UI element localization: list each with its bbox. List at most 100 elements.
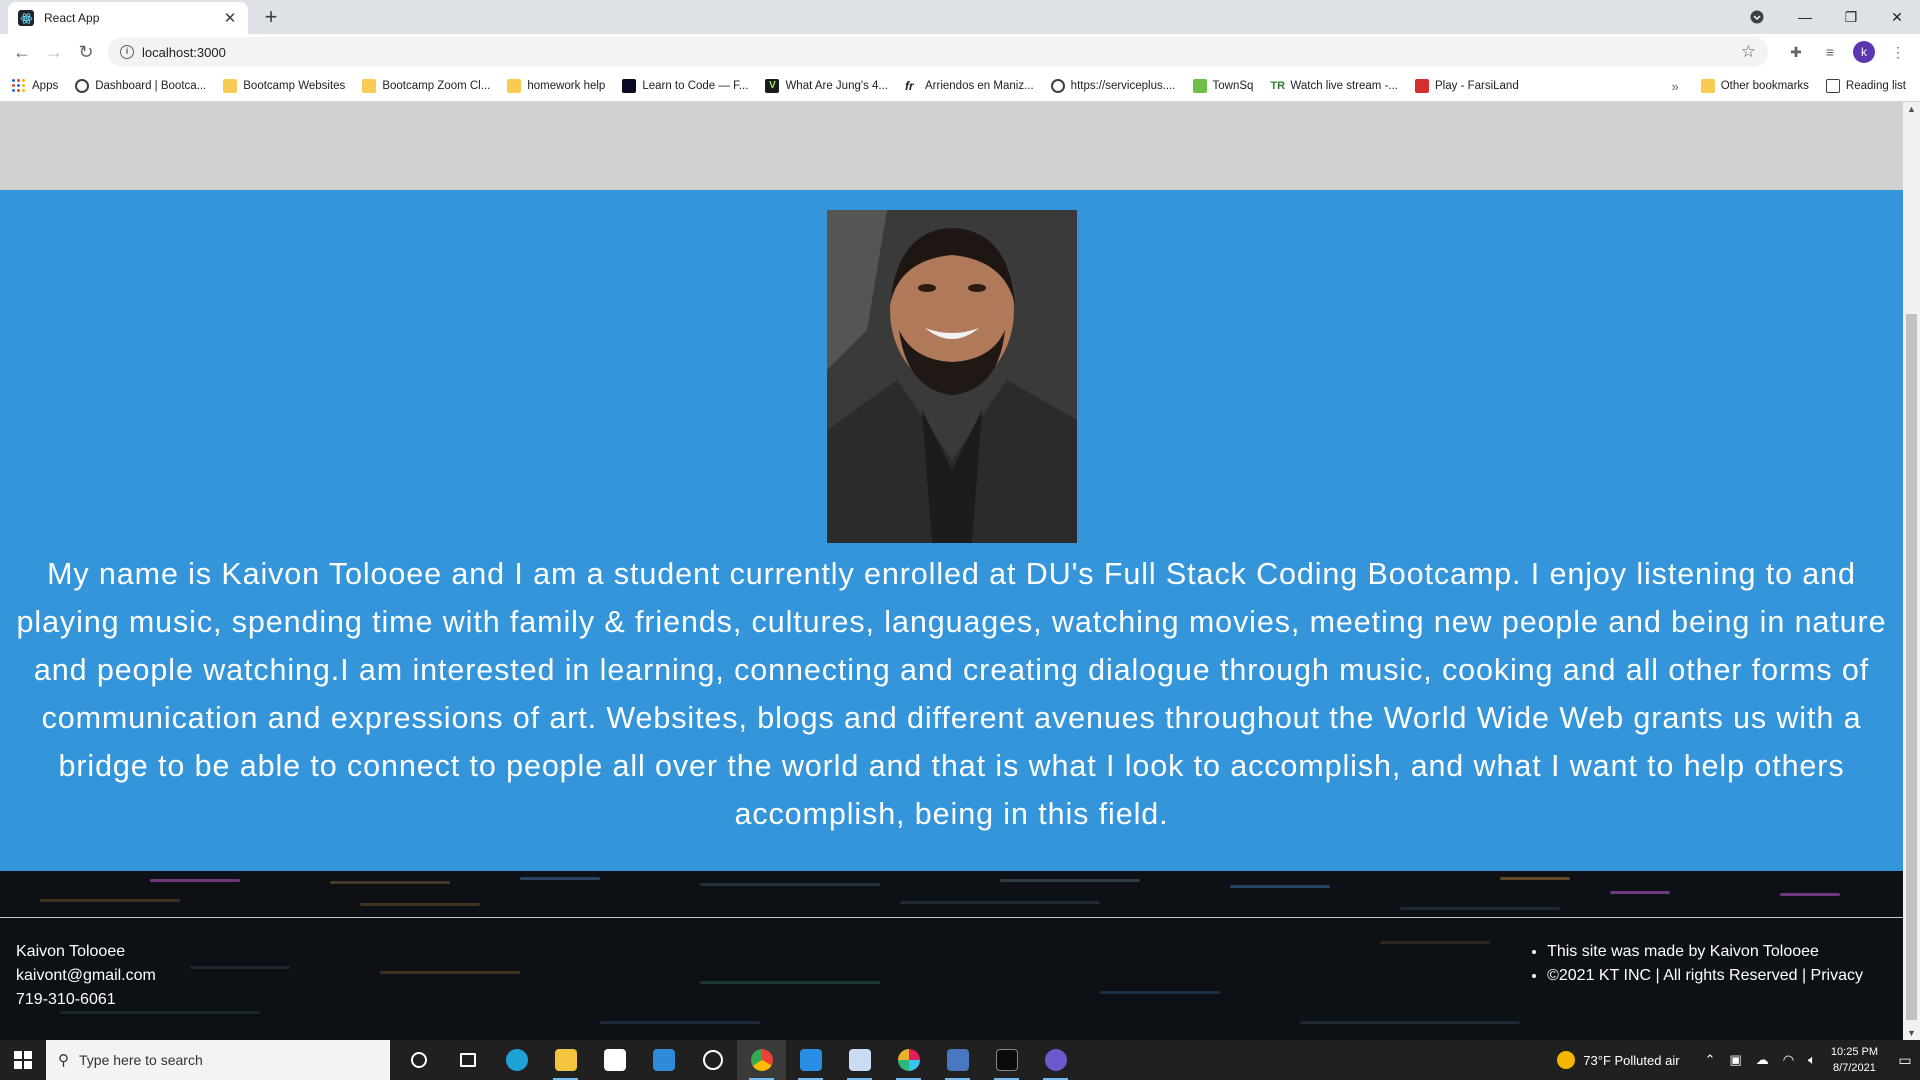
file-explorer-icon[interactable] xyxy=(541,1040,590,1080)
tab-title: React App xyxy=(44,11,100,25)
v-icon: V xyxy=(765,78,780,93)
edge-icon[interactable] xyxy=(492,1040,541,1080)
bookmark-serviceplus[interactable]: https://serviceplus.... xyxy=(1050,78,1176,93)
bookmark-watch-live[interactable]: TR Watch live stream -... xyxy=(1270,79,1398,93)
taskbar-search-input[interactable]: ⚲ Type here to search xyxy=(46,1040,390,1080)
browser-tab[interactable]: React App ✕ xyxy=(8,2,248,34)
volume-icon[interactable]: 🔈︎ xyxy=(1808,1052,1816,1068)
bookmark-bootcamp-websites[interactable]: Bootcamp Websites xyxy=(223,78,346,93)
address-bar[interactable]: i localhost:3000 ☆ xyxy=(108,37,1768,67)
show-hidden-icons-icon[interactable]: ⌃ xyxy=(1705,1052,1716,1068)
maximize-button[interactable]: ❐ xyxy=(1828,0,1874,34)
weather-text[interactable]: 73°F Polluted air xyxy=(1583,1053,1679,1068)
search-icon: ⚲ xyxy=(58,1052,69,1069)
bookmark-townsq[interactable]: TownSq xyxy=(1192,78,1254,93)
meet-now-icon[interactable]: ▣ xyxy=(1729,1052,1741,1068)
git-icon[interactable] xyxy=(933,1040,982,1080)
footer-divider xyxy=(0,917,1903,918)
notifications-icon[interactable]: ▭ xyxy=(1890,1040,1920,1080)
bookmark-label: Watch live stream -... xyxy=(1290,79,1398,92)
back-arrow-icon[interactable]: ← xyxy=(6,36,38,68)
footer-name: Kaivon Tolooee xyxy=(16,943,126,960)
onedrive-icon[interactable]: ☁ xyxy=(1756,1052,1769,1068)
folder-icon xyxy=(507,78,522,93)
close-window-button[interactable]: ✕ xyxy=(1874,0,1920,34)
terminal-icon[interactable] xyxy=(982,1040,1031,1080)
forward-arrow-icon[interactable]: → xyxy=(38,36,70,68)
reading-list[interactable]: Reading list xyxy=(1825,79,1906,93)
folder-icon xyxy=(223,78,238,93)
dell-icon[interactable] xyxy=(688,1040,737,1080)
task-view-icon[interactable] xyxy=(443,1040,492,1080)
page-scrollbar[interactable]: ▲ ▼ xyxy=(1903,102,1920,1040)
extensions-icon[interactable]: ✚ xyxy=(1782,36,1810,68)
header-band xyxy=(0,102,1903,190)
footer-email[interactable]: kaivont@gmail.com xyxy=(16,964,156,988)
farsiland-icon xyxy=(1415,78,1429,93)
contact-info: Kaivon Tolooee kaivont@gmail.com 719-310… xyxy=(16,940,156,1012)
bookmarks-bar: Apps Dashboard | Bootca... Bootcamp Webs… xyxy=(0,70,1920,102)
system-tray: 73°F Polluted air ⌃ ▣ ☁ ◠ 🔈︎ 10:25 PM 8/… xyxy=(1557,1040,1920,1080)
media-queue-icon[interactable]: ≡ xyxy=(1816,36,1844,68)
mail-icon[interactable] xyxy=(639,1040,688,1080)
bookmark-learn-to-code[interactable]: Learn to Code — F... xyxy=(622,78,749,93)
bookmarks-overflow-icon[interactable]: » xyxy=(1671,79,1678,94)
bookmark-apps[interactable]: Apps xyxy=(12,78,58,93)
bookmark-label: Bootcamp Websites xyxy=(243,79,346,92)
bookmark-farsiland[interactable]: Play - FarsiLand xyxy=(1415,78,1519,93)
store-icon[interactable] xyxy=(590,1040,639,1080)
notepad-icon[interactable] xyxy=(835,1040,884,1080)
other-bookmarks[interactable]: Other bookmarks xyxy=(1700,79,1809,93)
profile-button[interactable]: k xyxy=(1850,36,1878,68)
scroll-down-arrow-icon[interactable]: ▼ xyxy=(1907,1028,1916,1038)
chrome-icon[interactable] xyxy=(737,1040,786,1080)
window-controls: — ❐ ✕ xyxy=(1742,0,1920,34)
vscode-icon[interactable] xyxy=(786,1040,835,1080)
bookmark-label: Other bookmarks xyxy=(1720,80,1809,92)
windows-taskbar: ⚲ Type here to search 73°F Polluted air … xyxy=(0,1040,1920,1080)
apps-grid-icon xyxy=(12,78,26,93)
tab-search-icon[interactable] xyxy=(1742,10,1772,24)
bookmark-label: Reading list xyxy=(1845,80,1906,92)
windows-start-icon[interactable] xyxy=(0,1040,46,1080)
menu-icon[interactable]: ⋮ xyxy=(1884,36,1912,68)
bio-paragraph: My name is Kaivon Tolooee and I am a stu… xyxy=(16,557,1887,831)
bookmark-label: homework help xyxy=(527,79,606,92)
clock[interactable]: 10:25 PM 8/7/2021 xyxy=(1831,1044,1878,1076)
bookmark-dashboard[interactable]: Dashboard | Bootca... xyxy=(75,78,206,93)
folder-icon xyxy=(1700,79,1715,93)
media-icon[interactable] xyxy=(1031,1040,1080,1080)
bookmark-homework-help[interactable]: homework help xyxy=(507,78,606,93)
browser-tab-bar: React App ✕ + — ❐ ✕ xyxy=(0,0,1920,34)
bookmark-arriendos[interactable]: fr Arriendos en Maniz... xyxy=(905,79,1034,93)
bookmark-label: Learn to Code — F... xyxy=(642,79,749,92)
bookmark-label: What Are Jung's 4... xyxy=(785,79,888,92)
cortana-icon[interactable] xyxy=(394,1040,443,1080)
reload-icon[interactable]: ↻ xyxy=(70,36,102,68)
url-text[interactable]: localhost:3000 xyxy=(142,45,226,60)
new-tab-button[interactable]: + xyxy=(258,4,284,30)
clock-date: 8/7/2021 xyxy=(1833,1062,1876,1074)
clock-time: 10:25 PM xyxy=(1830,1046,1878,1058)
slack-icon[interactable] xyxy=(884,1040,933,1080)
folder-icon xyxy=(362,78,377,93)
bookmark-label: TownSq xyxy=(1212,79,1254,92)
scroll-thumb[interactable] xyxy=(1906,314,1917,1020)
bookmark-bootcamp-zoom[interactable]: Bootcamp Zoom Cl... xyxy=(362,78,491,93)
footer-legal-list: This site was made by Kaivon Tolooee ©20… xyxy=(1529,940,1863,988)
bookmark-star-icon[interactable]: ☆ xyxy=(1741,42,1756,62)
profile-photo xyxy=(827,210,1077,543)
browser-toolbar: ← → ↻ i localhost:3000 ☆ ✚ ≡ k ⋮ xyxy=(0,34,1920,70)
footer-phone: 719-310-6061 xyxy=(16,991,116,1008)
bookmark-label: Arriendos en Maniz... xyxy=(925,79,1034,92)
minimize-button[interactable]: — xyxy=(1782,0,1828,34)
scroll-up-arrow-icon[interactable]: ▲ xyxy=(1907,104,1916,114)
site-info-icon[interactable]: i xyxy=(120,45,134,59)
wifi-icon[interactable]: ◠ xyxy=(1783,1052,1794,1068)
bookmark-jung[interactable]: V What Are Jung's 4... xyxy=(765,78,888,93)
globe-icon xyxy=(1050,78,1065,93)
globe-icon xyxy=(75,78,90,93)
weather-sun-icon[interactable] xyxy=(1557,1051,1576,1069)
bookmark-label: Bootcamp Zoom Cl... xyxy=(382,79,491,92)
close-tab-icon[interactable]: ✕ xyxy=(222,9,238,27)
